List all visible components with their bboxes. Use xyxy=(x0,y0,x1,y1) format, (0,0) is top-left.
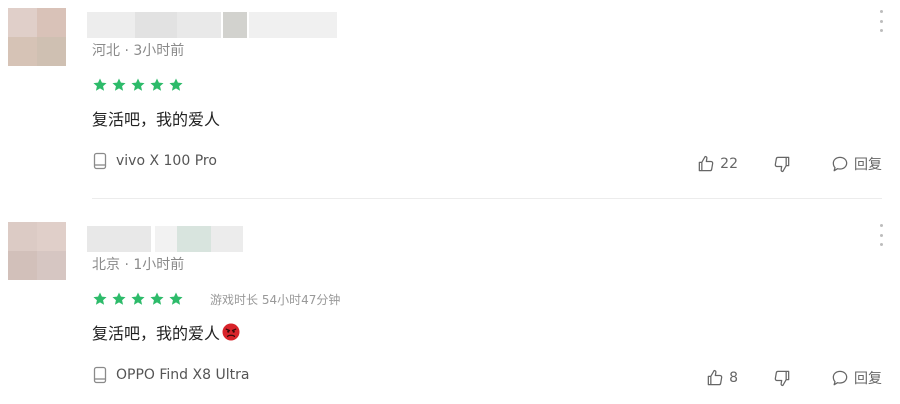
star-rating xyxy=(92,77,184,93)
divider xyxy=(92,198,882,199)
thumbs-down-icon xyxy=(774,370,790,387)
star-icon xyxy=(131,292,145,305)
speech-bubble-icon xyxy=(832,370,848,386)
more-options-icon[interactable] xyxy=(876,224,886,246)
review-content: 复活吧，我的爱人 xyxy=(92,320,240,344)
location: 北京 xyxy=(92,257,120,273)
like-count: 22 xyxy=(720,156,738,172)
like-button[interactable]: 22 xyxy=(696,154,738,174)
review-footer: OPPO Find X8 Ultra 8 回复 xyxy=(92,366,882,390)
device-name: vivo X 100 Pro xyxy=(116,153,217,169)
star-icon xyxy=(112,78,126,91)
review-meta: 北京 · 1小时前 xyxy=(92,254,184,274)
playtime: 游戏时长 54小时47分钟 xyxy=(210,292,341,307)
thumbs-up-icon xyxy=(707,369,723,386)
rating-row: 游戏时长 54小时47分钟 xyxy=(92,289,340,309)
like-button[interactable]: 8 xyxy=(705,368,738,388)
more-options-icon[interactable] xyxy=(876,10,886,32)
avatar[interactable] xyxy=(8,222,66,280)
star-icon xyxy=(150,78,164,91)
thumbs-up-icon xyxy=(698,155,714,172)
review-actions: 22 回复 xyxy=(696,152,882,176)
timestamp: 3小时前 xyxy=(133,43,185,59)
location: 河北 xyxy=(92,43,120,59)
star-icon xyxy=(169,292,183,305)
dislike-button[interactable] xyxy=(772,368,792,388)
thumbs-down-icon xyxy=(774,156,790,173)
review-card: 河北 · 3小时前 复活吧，我的爱人 vivo X 100 Pro 22 回复 xyxy=(0,0,900,200)
review-content: 复活吧，我的爱人 xyxy=(92,106,220,130)
reply-label: 回复 xyxy=(854,371,882,387)
reply-label: 回复 xyxy=(854,157,882,173)
review-actions: 8 回复 xyxy=(705,366,882,390)
review-text: 复活吧，我的爱人 xyxy=(92,110,221,129)
star-icon xyxy=(131,78,145,91)
star-icon xyxy=(93,292,107,305)
star-icon xyxy=(93,78,107,91)
reply-button[interactable]: 回复 xyxy=(830,368,882,388)
reply-button[interactable]: 回复 xyxy=(830,154,882,174)
timestamp: 1小时前 xyxy=(133,257,185,273)
review-card: 北京 · 1小时前 游戏时长 54小时47分钟 复活吧，我的爱人 OPPO Fi… xyxy=(0,214,900,404)
star-rating xyxy=(92,291,184,307)
username-blurred[interactable] xyxy=(87,12,337,38)
angry-face-icon xyxy=(222,323,240,341)
device-info: vivo X 100 Pro xyxy=(92,152,217,170)
avatar[interactable] xyxy=(8,8,66,66)
device-info: OPPO Find X8 Ultra xyxy=(92,366,249,384)
device-name: OPPO Find X8 Ultra xyxy=(116,367,250,383)
username-blurred[interactable] xyxy=(87,226,243,252)
star-icon xyxy=(169,78,183,91)
phone-icon xyxy=(93,152,107,170)
star-icon xyxy=(112,292,126,305)
review-footer: vivo X 100 Pro 22 回复 xyxy=(92,152,882,176)
review-meta: 河北 · 3小时前 xyxy=(92,40,184,60)
phone-icon xyxy=(93,366,107,384)
review-text: 复活吧，我的爱人 xyxy=(92,324,221,343)
dislike-button[interactable] xyxy=(772,154,792,174)
star-icon xyxy=(150,292,164,305)
speech-bubble-icon xyxy=(832,156,848,172)
rating-row xyxy=(92,75,184,95)
like-count: 8 xyxy=(729,370,738,386)
